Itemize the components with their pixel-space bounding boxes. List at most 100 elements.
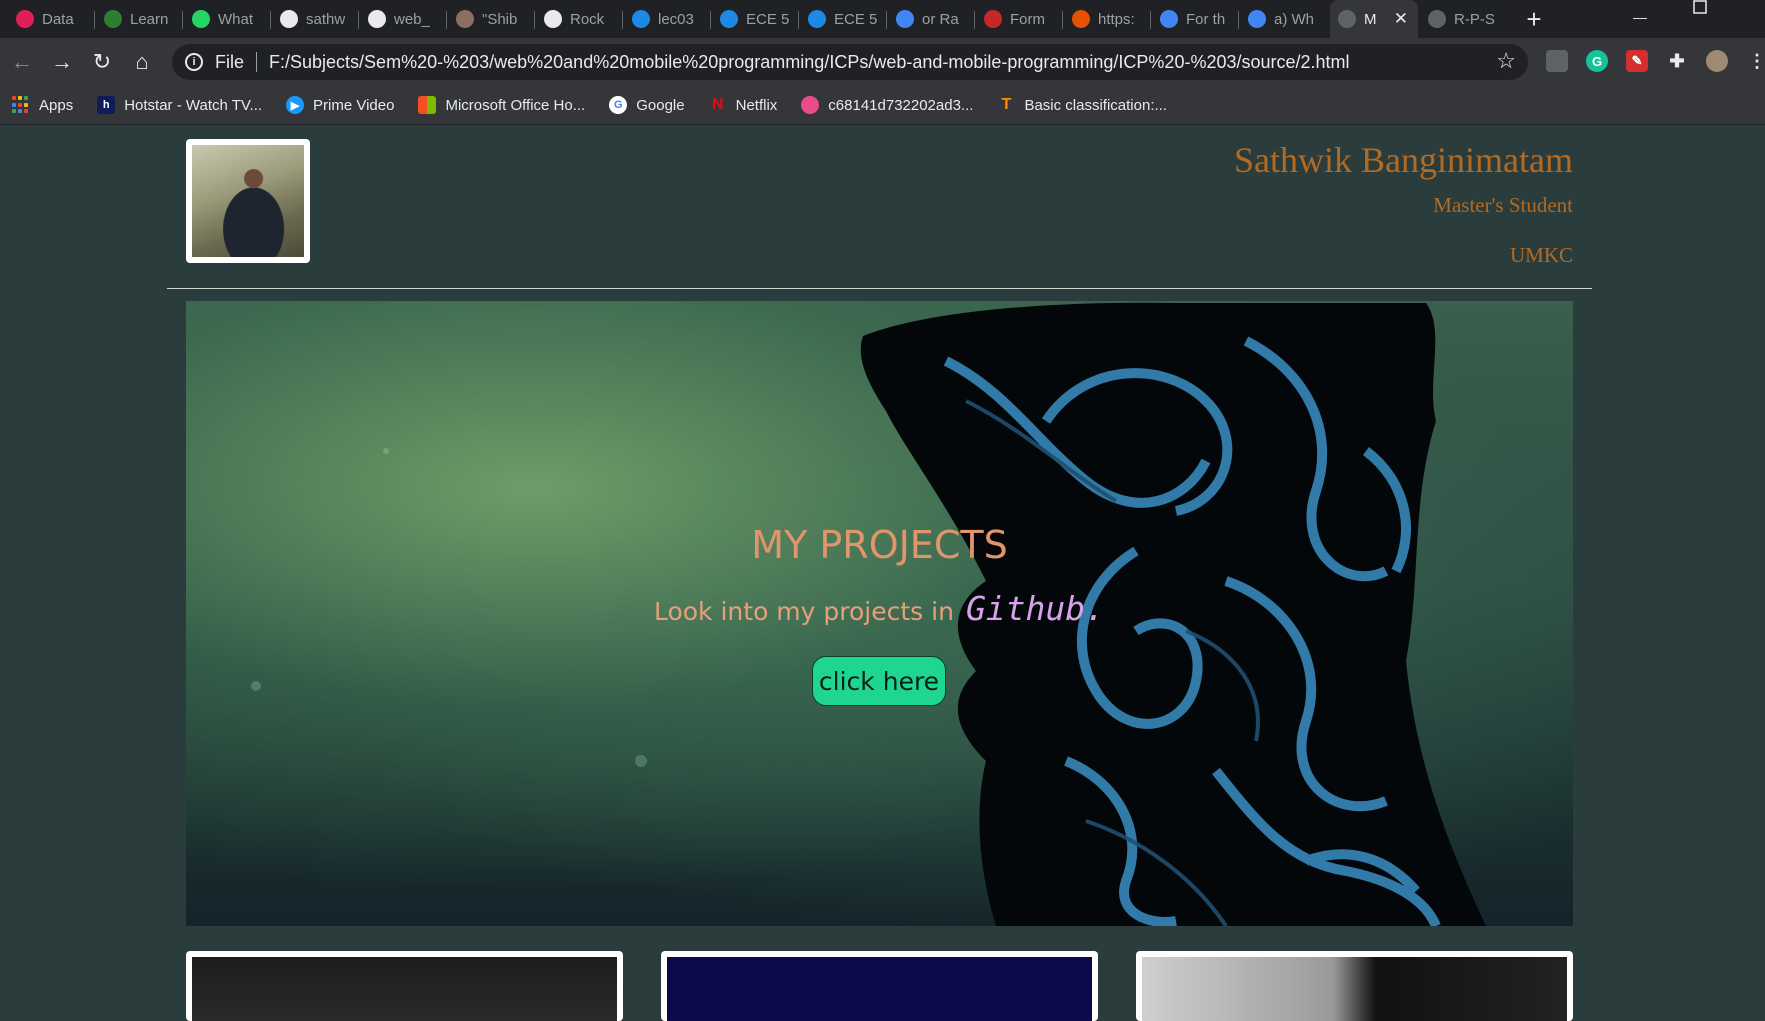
tab-separator [974,11,975,29]
profile-photo [186,139,310,263]
minimize-icon[interactable]: — [1620,10,1660,30]
grammarly-icon[interactable]: G [1586,50,1608,72]
apps-grid-icon [12,96,30,114]
tab-label: "Shib [482,10,518,28]
click-here-button[interactable]: click here [812,656,946,706]
bookmark-microsoft-office[interactable]: Microsoft Office Ho... [418,96,585,114]
bookmark-netflix[interactable]: N Netflix [709,96,778,114]
canvas-icon [720,10,738,28]
kebab-menu-icon[interactable]: ⋮ [1746,50,1765,72]
tab-4[interactable]: sathw [272,0,354,38]
tab-10[interactable]: ECE 5 [800,0,882,38]
hotstar-icon: h [97,96,116,114]
tensorflow-icon: T [1001,96,1012,113]
google-icon [1160,10,1178,28]
slack-icon [16,10,34,28]
tab-label: sathw [306,10,346,28]
tab-1[interactable]: Data [8,0,90,38]
bookmark-dribbble[interactable]: c68141d732202ad3... [801,96,973,114]
google-icon: G [609,96,628,114]
hero-banner: MY PROJECTS Look into my projects in Gith… [186,301,1573,926]
bookmark-basic-classification[interactable]: T Basic classification:... [997,96,1167,114]
netflix-icon: N [711,96,724,113]
tab-8[interactable]: lec03 [624,0,706,38]
header-role: Master's Student [1433,193,1573,217]
close-tab-icon[interactable]: ✕ [1394,9,1418,29]
browser-tab-strip: Data Learn What sathw web_ "Shib Rock lec03 ECE … [0,0,1765,38]
home-icon[interactable]: ⌂ [126,46,158,78]
tab-11[interactable]: or Ra [888,0,970,38]
dribbble-icon [801,96,820,114]
bookmark-label: Google [636,96,685,114]
project-card[interactable] [186,951,623,1021]
tab-separator [270,11,271,29]
info-icon[interactable]: i [185,53,203,71]
tab-label: a) Wh [1274,10,1315,28]
tab-12[interactable]: Form [976,0,1058,38]
bookmark-hotstar[interactable]: h Hotstar - Watch TV... [97,96,262,114]
pdf-extension-icon[interactable]: ✎ [1626,50,1648,72]
bookmark-label: Netflix [735,96,778,114]
tab-separator [710,11,711,29]
whatsapp-icon [192,10,210,28]
extension-icon[interactable] [1546,50,1568,72]
microsoft-icon [418,96,437,114]
google-icon [1248,10,1266,28]
tab-label: Rock [570,10,605,28]
form-icon [984,10,1002,28]
tab-label: For th [1186,10,1226,28]
tab-7[interactable]: Rock [536,0,618,38]
tab-14[interactable]: For th [1152,0,1234,38]
tab-17[interactable]: R-P-S [1420,0,1502,38]
tab-label: ECE 5 [834,10,878,28]
tab-separator [798,11,799,29]
tab-label: Data [42,10,74,28]
tab-5[interactable]: web_ [360,0,442,38]
bookmark-prime-video[interactable]: ▶ Prime Video [286,96,394,114]
tab-label: web_ [394,10,430,28]
tab-separator [886,11,887,29]
tab-label: https: [1098,10,1135,28]
browser-toolbar: ← → ↻ ⌂ i File F:/Subjects/Sem%20-%203/w… [0,38,1765,86]
hero-subtitle: Look into my projects in Github. [186,589,1573,628]
tab-separator [622,11,623,29]
bookmark-label: Apps [39,96,74,114]
maximize-icon[interactable] [1680,0,1720,20]
tab-separator [182,11,183,29]
canvas-icon [632,10,650,28]
tab-separator [94,11,95,29]
forward-arrow-icon[interactable]: → [46,46,78,78]
project-card[interactable] [661,951,1098,1021]
tab-label: or Ra [922,10,959,28]
reload-icon[interactable]: ↻ [86,46,118,78]
tab-label: ECE 5 [746,10,790,28]
puzzle-icon[interactable]: ✚ [1666,50,1688,72]
github-link-text[interactable]: Github. [966,589,1105,628]
shiba-icon [456,10,474,28]
tab-label: M [1364,10,1377,28]
bookmark-star-icon[interactable]: ☆ [1496,48,1516,74]
globe-icon [1428,10,1446,28]
tab-9[interactable]: ECE 5 [712,0,794,38]
profile-avatar[interactable] [1706,50,1728,72]
address-url[interactable]: F:/Subjects/Sem%20-%203/web%20and%20mobi… [269,52,1350,73]
address-bar[interactable]: i File F:/Subjects/Sem%20-%203/web%20and… [172,44,1528,80]
tab-separator [1150,11,1151,29]
tab-15[interactable]: a) Wh [1240,0,1322,38]
bookmark-apps[interactable]: Apps [12,96,73,114]
project-card[interactable] [1136,951,1573,1021]
tab-16[interactable]: M ✕ [1330,0,1418,38]
new-tab-button[interactable]: + [1518,3,1550,35]
bookmark-label: Basic classification:... [1024,96,1167,114]
bookmark-google[interactable]: G Google [609,96,685,114]
hero-title: MY PROJECTS [751,523,1008,567]
page-content: Sathwik Banginimatam Master's Student UM… [0,125,1765,1021]
tab-13[interactable]: https: [1064,0,1146,38]
tab-3[interactable]: What [184,0,266,38]
back-arrow-icon[interactable]: ← [6,46,38,78]
tab-2[interactable]: Learn [96,0,178,38]
tab-6[interactable]: "Shib [448,0,530,38]
shield-icon [1072,10,1090,28]
bookmark-label: Prime Video [313,96,395,114]
tab-separator [1062,11,1063,29]
